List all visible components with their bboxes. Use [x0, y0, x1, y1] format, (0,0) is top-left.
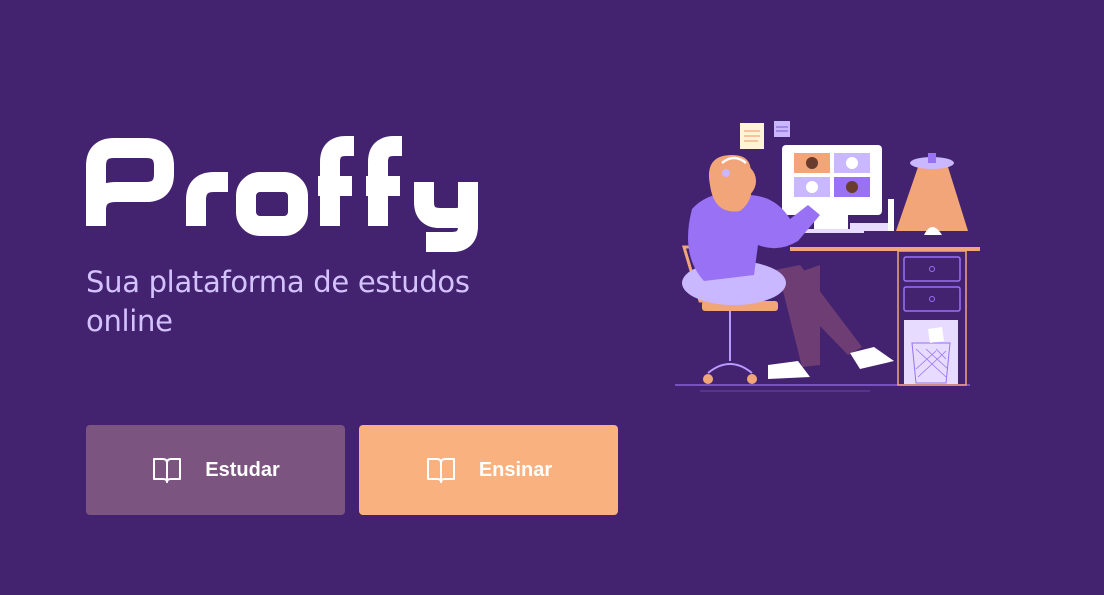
study-button[interactable]: Estudar [86, 425, 345, 515]
tagline: Sua plataforma de estudos online [86, 265, 470, 338]
teach-button-label: Ensinar [478, 458, 553, 481]
book-open-icon [426, 458, 455, 483]
book-open-icon [153, 458, 182, 483]
study-button-label: Estudar [205, 458, 280, 481]
study-illustration [675, 121, 980, 392]
teach-button[interactable]: Ensinar [359, 425, 618, 515]
proffy-logo [86, 136, 478, 252]
